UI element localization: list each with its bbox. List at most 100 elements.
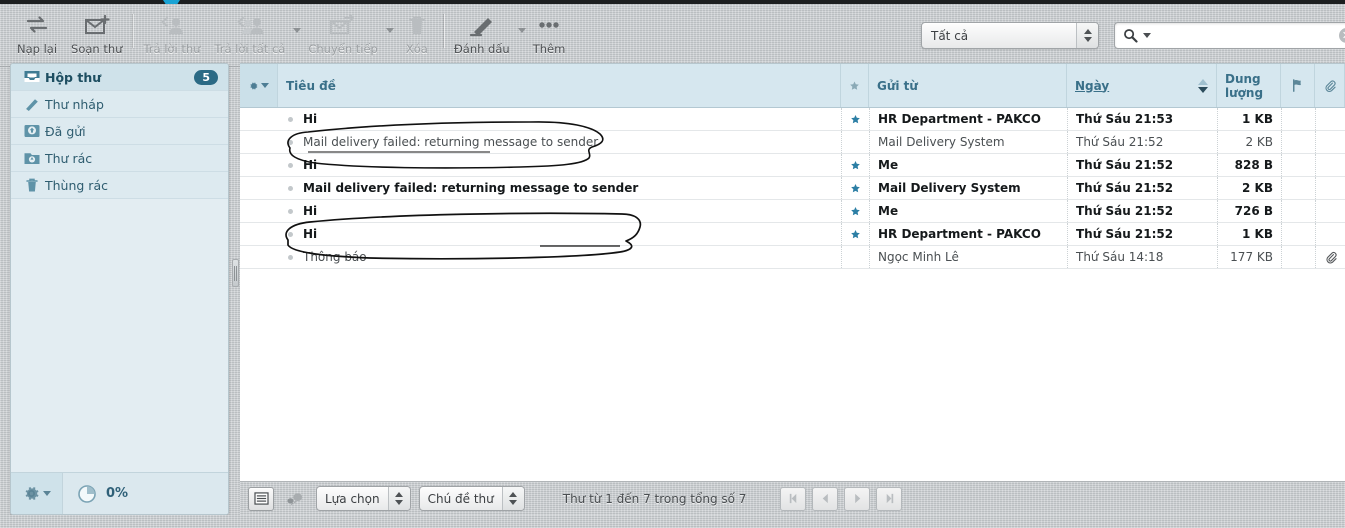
row-flag-cell[interactable] xyxy=(1281,131,1315,153)
row-flag-cell[interactable] xyxy=(1281,200,1315,222)
row-subject-cell[interactable]: Hi xyxy=(278,223,841,245)
chevron-down-icon[interactable] xyxy=(43,491,51,496)
row-star-cell[interactable] xyxy=(841,131,869,153)
column-header-subject[interactable]: Tiêu đề xyxy=(278,64,841,107)
trash-icon xyxy=(23,177,45,193)
row-attachment-cell xyxy=(1315,131,1345,153)
row-star-cell[interactable] xyxy=(841,200,869,222)
row-star-cell[interactable] xyxy=(841,154,869,176)
stepper-icon[interactable] xyxy=(387,487,410,510)
row-subject-cell[interactable]: Mail delivery failed: returning message … xyxy=(278,131,841,153)
stepper-icon[interactable] xyxy=(501,487,524,510)
column-header-flag[interactable] xyxy=(1281,64,1315,107)
quota-indicator: 0% xyxy=(63,484,128,504)
selection-options-select[interactable]: Lựa chọn xyxy=(316,486,411,511)
row-subject-cell[interactable]: Thông báo xyxy=(278,246,841,268)
row-subject-cell[interactable]: Hi xyxy=(278,154,841,176)
scope-filter-select[interactable]: Tất cả xyxy=(921,22,1099,49)
column-header-star[interactable] xyxy=(841,64,869,107)
row-subject: Mail delivery failed: returning message … xyxy=(303,181,639,195)
row-flag-cell[interactable] xyxy=(1281,223,1315,245)
toolbar-button-soạn-thư[interactable]: Soạn thư xyxy=(64,10,129,56)
row-flag-cell[interactable] xyxy=(1281,246,1315,268)
table-row[interactable]: Hi HR Department - PAKCO Thứ Sáu 21:52 1 KB xyxy=(240,223,1345,246)
message-count-label: Thư từ 1 đến 7 trong tổng số 7 xyxy=(562,491,747,506)
column-header-from[interactable]: Gửi từ xyxy=(869,64,1067,107)
toolbar-button-thêm[interactable]: Thêm xyxy=(526,10,573,56)
column-header-size[interactable]: Dung lượng xyxy=(1217,64,1281,107)
table-row[interactable]: Thông báo Ngọc Minh Lê Thứ Sáu 14:18 177 KB xyxy=(240,246,1345,269)
toolbar-button-group: Nạp lại Soạn thư Trả lời thư Trả lời tất cả… xyxy=(10,10,572,56)
row-subject: Hi xyxy=(303,204,318,218)
row-subject-cell[interactable]: Mail delivery failed: returning message … xyxy=(278,177,841,199)
sidebar-splitter[interactable] xyxy=(231,63,240,515)
row-star-cell[interactable] xyxy=(841,177,869,199)
folder-list: Hộp thư 5 Thư nháp Đã gửi Thư rác Thùng rác xyxy=(11,64,228,199)
settings-gear-button[interactable] xyxy=(11,473,63,514)
thread-scope-select[interactable]: Chú đề thư xyxy=(418,486,525,511)
sort-direction-icon[interactable] xyxy=(1198,78,1208,93)
row-subject-cell[interactable]: Hi xyxy=(278,108,841,130)
toolbar-button-đánh-dấu[interactable]: Đánh dấu xyxy=(447,10,517,56)
column-header-date[interactable]: Ngày xyxy=(1067,64,1217,107)
toolbar-button-label: Xóa xyxy=(405,42,428,56)
unread-dot-icon xyxy=(288,185,293,191)
table-row[interactable]: Hi HR Department - PAKCO Thứ Sáu 21:53 1 KB xyxy=(240,108,1345,131)
search-input[interactable] xyxy=(1151,28,1339,43)
row-spacer xyxy=(240,108,278,130)
sidebar-item-label: Thùng rác xyxy=(45,177,108,193)
row-subject: Hi xyxy=(303,158,318,172)
row-flag-cell[interactable] xyxy=(1281,108,1315,130)
row-date: Thứ Sáu 21:52 xyxy=(1067,131,1217,153)
stepper-icon[interactable] xyxy=(1076,23,1098,48)
pagination-next-page-button xyxy=(844,486,871,511)
row-subject-cell[interactable]: Hi xyxy=(278,200,841,222)
toolbar-button-nạp-lại[interactable]: Nạp lại xyxy=(10,10,64,56)
row-size: 1 KB xyxy=(1217,223,1281,245)
search-icon[interactable] xyxy=(1115,28,1141,43)
sidebar-item-thư-nháp[interactable]: Thư nháp xyxy=(11,91,228,118)
chevron-down-icon[interactable] xyxy=(261,83,269,88)
search-box[interactable]: ✕ xyxy=(1114,22,1345,49)
conversation-threads-button[interactable] xyxy=(282,487,308,511)
row-flag-cell[interactable] xyxy=(1281,177,1315,199)
row-from: Ngọc Minh Lê xyxy=(869,246,1067,268)
sidebar-item-label: Thư nháp xyxy=(45,96,104,112)
inbox-icon xyxy=(23,69,45,85)
toolbar-button-label: Chuyển tiếp xyxy=(308,42,378,56)
column-header-attachment[interactable] xyxy=(1315,64,1345,107)
sidebar-item-đã-gửi[interactable]: Đã gửi xyxy=(11,118,228,145)
sidebar-item-label: Hộp thư xyxy=(45,69,102,85)
paperclip-icon xyxy=(1325,80,1336,92)
table-row[interactable]: Hi Me Thứ Sáu 21:52 828 B xyxy=(240,154,1345,177)
column-header-size-label: Dung lượng xyxy=(1225,71,1264,100)
row-star-cell[interactable] xyxy=(841,108,869,130)
splitter-grip-handle[interactable] xyxy=(232,259,239,287)
row-subject: Mail delivery failed: returning message … xyxy=(303,135,599,149)
search-options-chevron-down-icon[interactable] xyxy=(1143,33,1151,38)
row-attachment-cell xyxy=(1315,108,1345,130)
row-size: 177 KB xyxy=(1217,246,1281,268)
clear-x-icon[interactable]: ✕ xyxy=(1339,28,1345,43)
star-icon xyxy=(850,80,859,90)
table-row[interactable]: Mail delivery failed: returning message … xyxy=(240,131,1345,154)
sidebar-item-thư-rác[interactable]: Thư rác xyxy=(11,145,228,172)
row-flag-cell[interactable] xyxy=(1281,154,1315,176)
star-icon xyxy=(851,114,860,123)
sidebar-item-thùng-rác[interactable]: Thùng rác xyxy=(11,172,228,199)
column-options-gear-icon[interactable] xyxy=(240,64,278,107)
chevron-down-icon[interactable] xyxy=(517,28,526,33)
unread-dot-icon xyxy=(288,116,293,122)
row-star-cell[interactable] xyxy=(841,223,869,245)
row-subject: Hi xyxy=(303,227,318,241)
star-icon xyxy=(851,206,860,215)
row-star-cell[interactable] xyxy=(841,246,869,268)
table-row[interactable]: Hi Me Thứ Sáu 21:52 726 B xyxy=(240,200,1345,223)
sidebar-item-hộp-thư[interactable]: Hộp thư 5 xyxy=(11,64,228,91)
sent-tray-icon xyxy=(24,125,40,137)
row-subject: Thông báo xyxy=(303,250,367,264)
table-row[interactable]: Mail delivery failed: returning message … xyxy=(240,177,1345,200)
list-layout-button[interactable] xyxy=(248,486,274,511)
trash-icon xyxy=(26,178,38,192)
toolbar-button-label: Soạn thư xyxy=(71,42,123,56)
